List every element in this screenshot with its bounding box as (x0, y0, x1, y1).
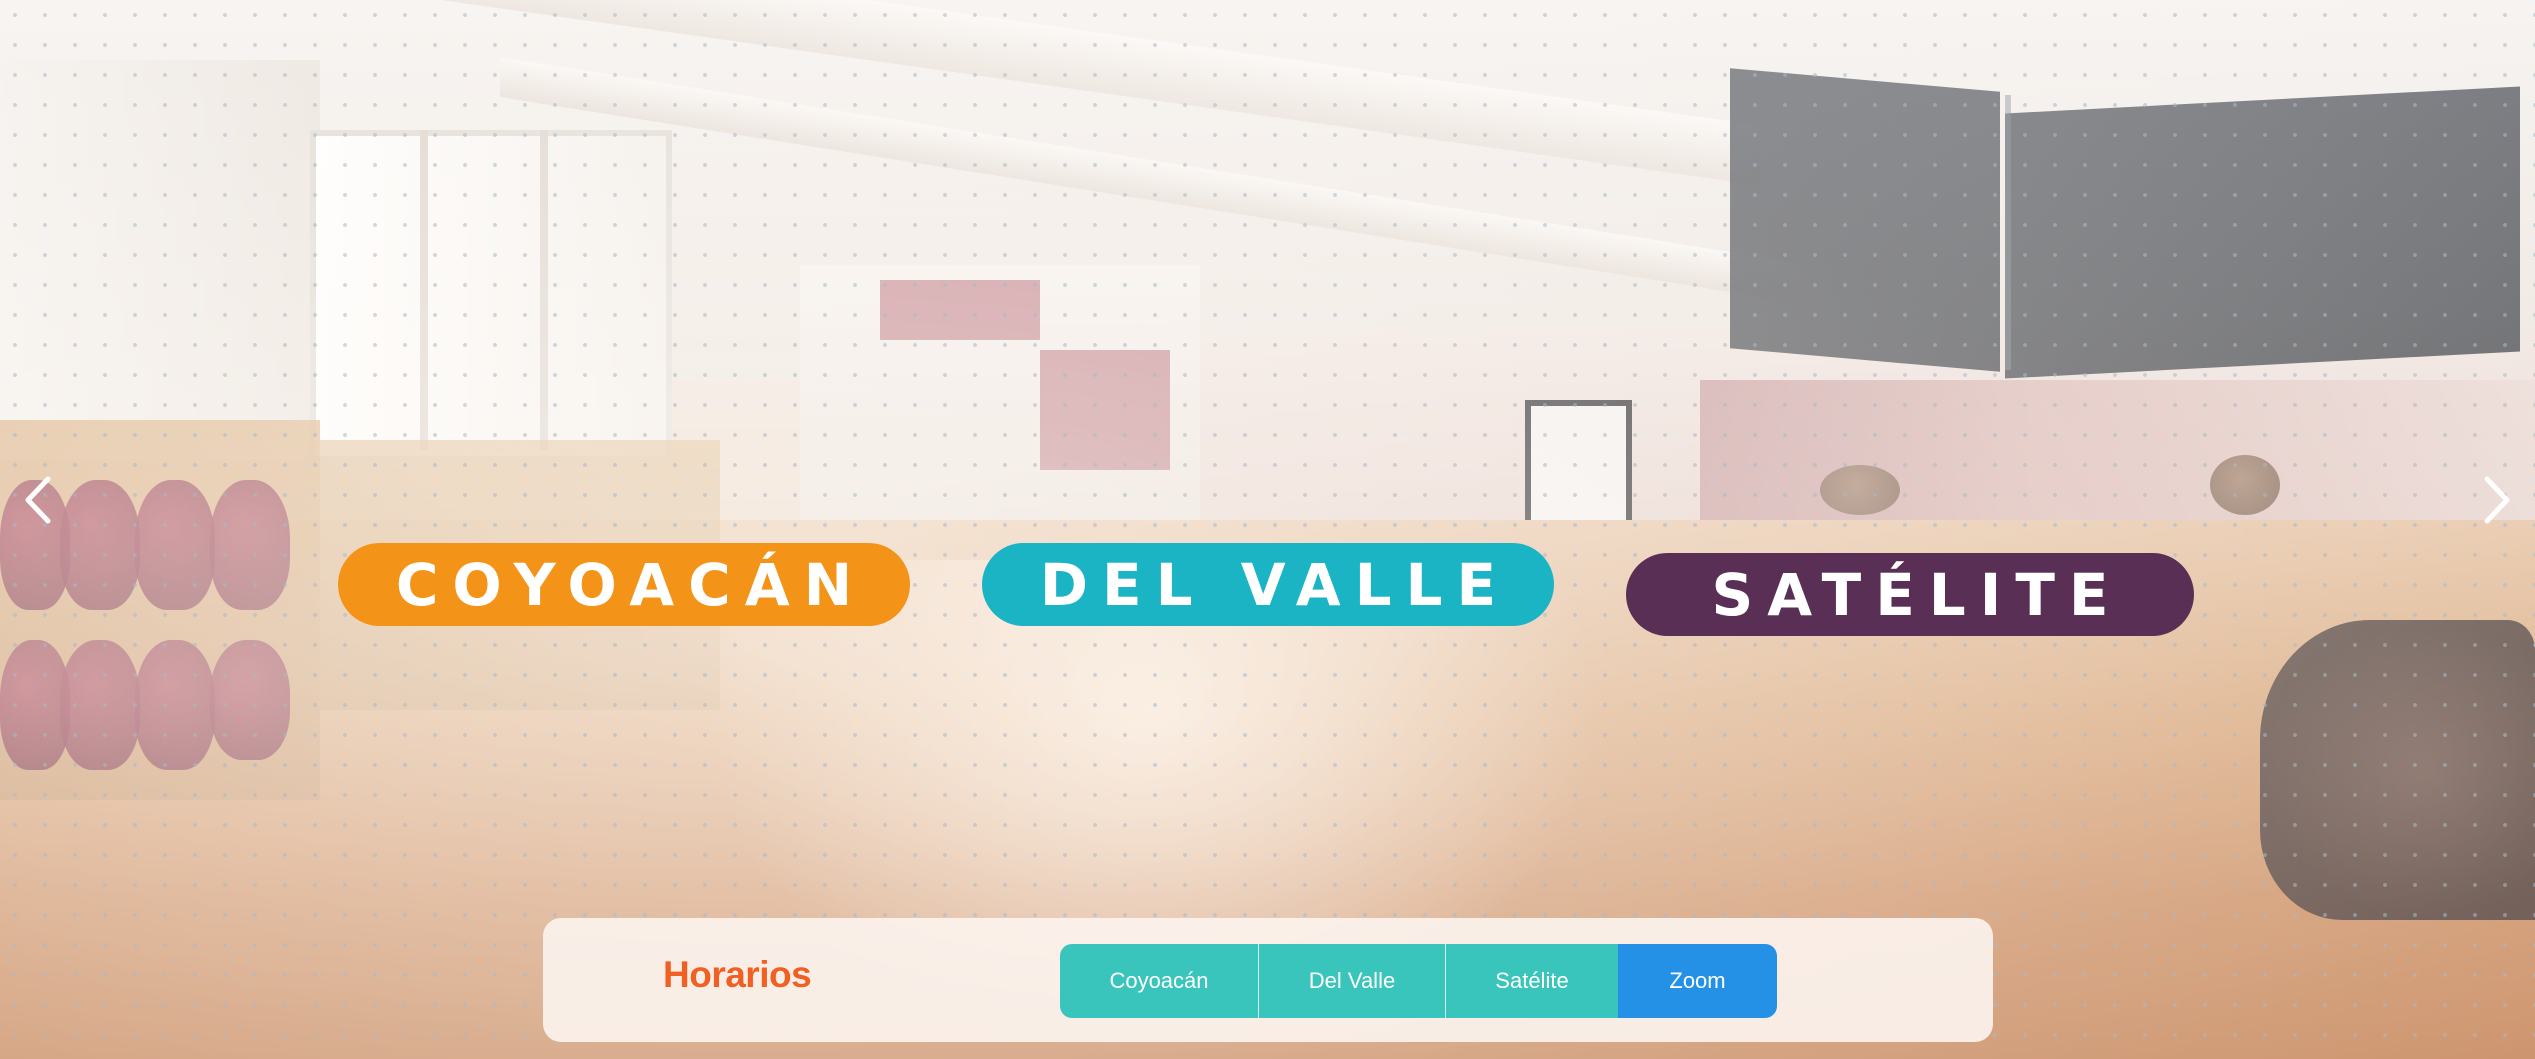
tab-satelite[interactable]: Satélite (1445, 944, 1618, 1018)
dot-pattern-overlay (0, 0, 2535, 1059)
location-badge-coyoacan[interactable]: COYOACÁN (338, 543, 910, 626)
chevron-right-icon (2484, 476, 2510, 524)
tab-zoom[interactable]: Zoom (1618, 944, 1777, 1018)
tab-del-valle[interactable]: Del Valle (1258, 944, 1445, 1018)
schedule-tabs: Coyoacán Del Valle Satélite Zoom (1060, 944, 1777, 1018)
location-badge-satelite[interactable]: SATÉLITE (1626, 553, 2194, 636)
tab-coyoacan[interactable]: Coyoacán (1060, 944, 1258, 1018)
schedule-title: Horarios (663, 954, 812, 995)
carousel-next-button[interactable] (2477, 470, 2517, 530)
hero-carousel: COYOACÁN DEL VALLE SATÉLITE Horarios Coy… (0, 0, 2535, 1059)
chevron-left-icon (25, 476, 51, 524)
schedule-bar: Horarios Coyoacán Del Valle Satélite Zoo… (543, 918, 1993, 1042)
carousel-prev-button[interactable] (18, 470, 58, 530)
location-badge-del-valle[interactable]: DEL VALLE (982, 543, 1554, 626)
